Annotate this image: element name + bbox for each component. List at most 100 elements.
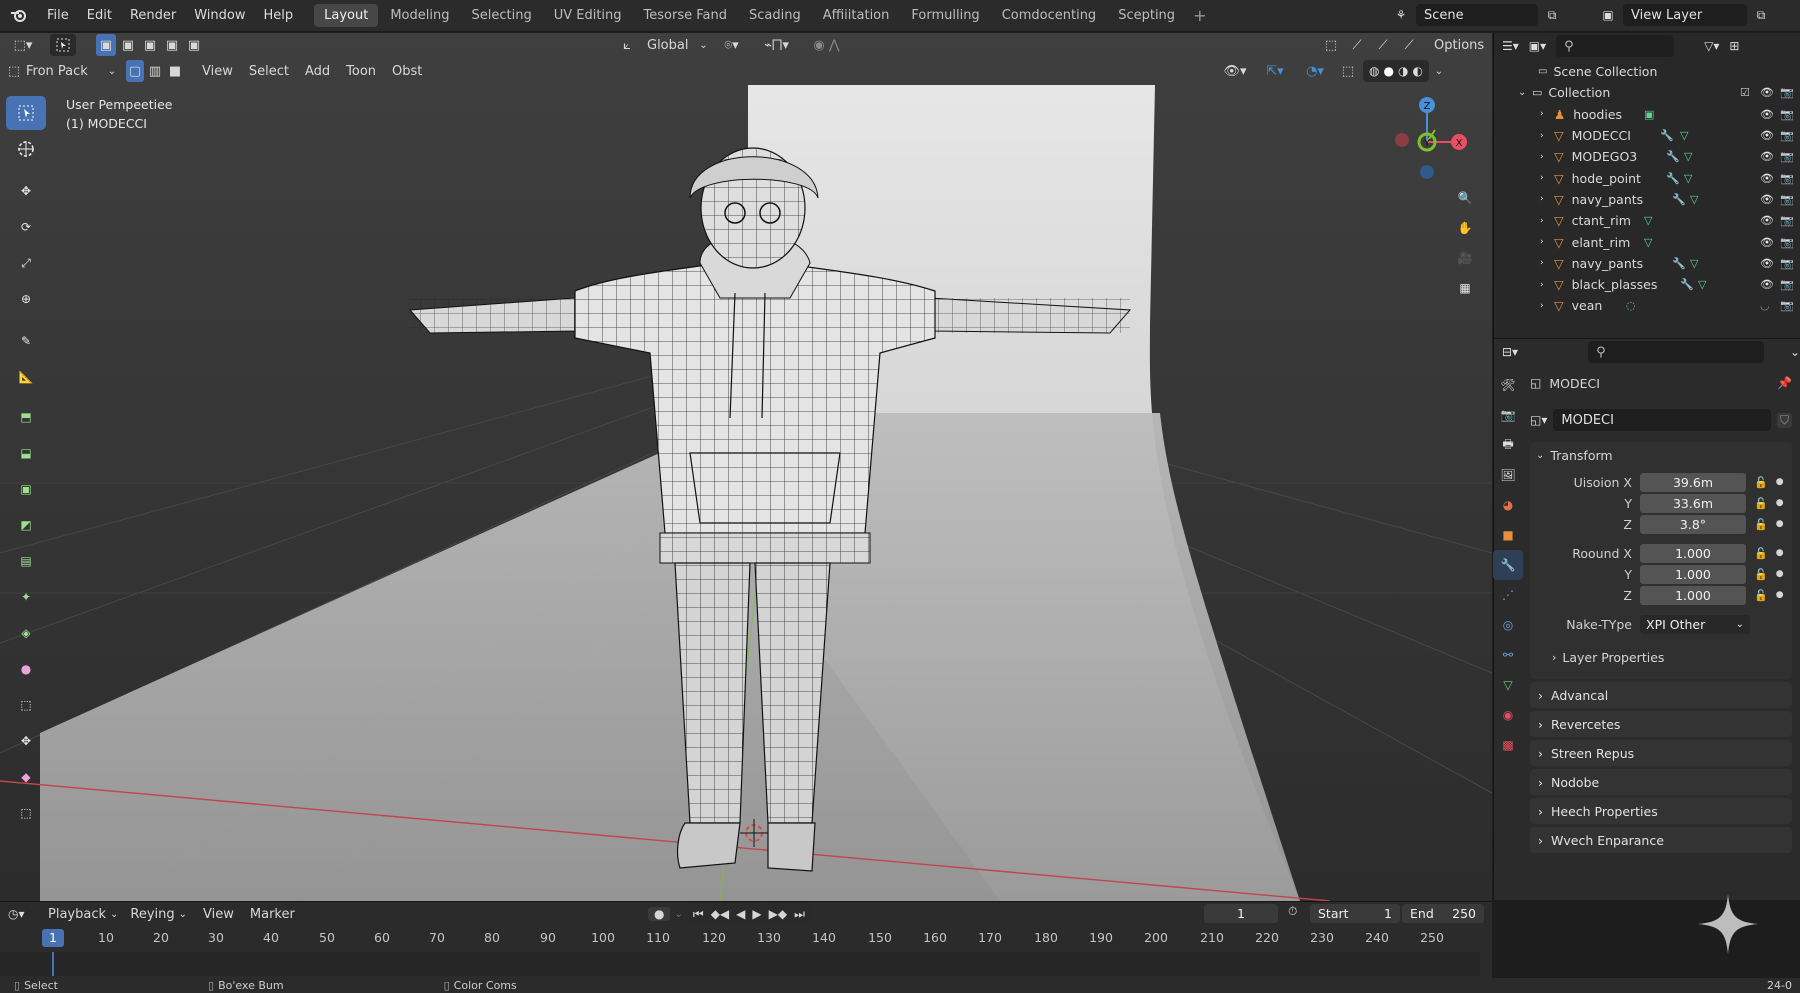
- scene-tab-icon[interactable]: ◕: [1493, 490, 1523, 520]
- select-intersect-icon[interactable]: ▣: [184, 34, 204, 56]
- constraints-tab-icon[interactable]: ⚯: [1493, 640, 1523, 670]
- scene-copy-icon[interactable]: ⧉: [1538, 8, 1566, 23]
- overlay-toggle-icon[interactable]: ◔▾: [1297, 60, 1333, 82]
- panel-heech-properties[interactable]: › Heech Properties: [1530, 798, 1792, 824]
- 3d-viewport[interactable]: [0, 33, 1492, 901]
- transform-tool-icon[interactable]: ⊕: [6, 282, 46, 316]
- lock-icon[interactable]: 🔓: [1754, 476, 1768, 489]
- make-type-dropdown[interactable]: XPI Other ⌄: [1640, 614, 1750, 634]
- expand-chevron-icon[interactable]: ›: [1540, 109, 1554, 119]
- spin-tool-icon[interactable]: ●: [6, 652, 46, 686]
- render-camera-icon[interactable]: 📷: [1780, 257, 1794, 270]
- wireframe-shading-icon[interactable]: ◍: [1369, 64, 1379, 78]
- render-tab-icon[interactable]: 📷: [1493, 400, 1523, 430]
- edge-slide-tool-icon[interactable]: ✥: [6, 724, 46, 758]
- expand-chevron-icon[interactable]: ›: [1540, 301, 1554, 311]
- scene-name-field[interactable]: Scene: [1416, 4, 1538, 26]
- outliner-item[interactable]: › ▽ MODEGO3 🔧 ▽ 👁 📷: [1494, 146, 1800, 167]
- workspace-tab-selecting[interactable]: Selecting: [461, 4, 541, 27]
- outliner-search-input[interactable]: ⚲: [1556, 35, 1675, 57]
- render-camera-icon[interactable]: 📷: [1780, 150, 1794, 163]
- object-tab-icon[interactable]: ■: [1493, 520, 1523, 550]
- data-tab-icon[interactable]: ▽: [1493, 670, 1523, 700]
- options-dropdown[interactable]: Options: [1424, 34, 1488, 56]
- chevron-down-icon[interactable]: ⌄: [1790, 345, 1800, 359]
- menu-file[interactable]: File: [38, 8, 78, 23]
- knife-tool-icon[interactable]: ✦: [6, 580, 46, 614]
- xray-toggle-icon[interactable]: ⬚: [1320, 34, 1342, 56]
- outliner-item[interactable]: › ▽ black_plasses 🔧 ▽ 👁 📷: [1494, 274, 1800, 295]
- workspace-tab-tesorse-fand[interactable]: Tesorse Fand: [634, 4, 737, 27]
- transform-panel-header[interactable]: ⌄ Transform: [1530, 442, 1792, 468]
- render-camera-icon[interactable]: 📷: [1780, 172, 1794, 185]
- physics-tab-icon[interactable]: ◎: [1493, 610, 1523, 640]
- workspace-tab-comdocenting[interactable]: Comdocenting: [992, 4, 1107, 27]
- workspace-tab-scading[interactable]: Scading: [739, 4, 811, 27]
- mirror-z-icon[interactable]: ⟋: [1398, 34, 1420, 56]
- scene-icon[interactable]: ⚘: [1386, 8, 1416, 22]
- expand-chevron-icon[interactable]: ›: [1540, 216, 1554, 226]
- annotate-tool-icon[interactable]: ✎: [6, 324, 46, 358]
- start-frame-field[interactable]: Start 1: [1310, 904, 1400, 923]
- panel-streen-repus[interactable]: › Streen Repus: [1530, 740, 1792, 766]
- zoom-icon[interactable]: 🔍: [1450, 183, 1480, 213]
- add-cube-tool-icon[interactable]: ⬒: [6, 400, 46, 434]
- keyframe-dot-icon[interactable]: ●: [1776, 477, 1784, 487]
- rotate-tool-icon[interactable]: ⟳: [6, 210, 46, 244]
- gizmo-toggle-icon[interactable]: ⇱▾: [1257, 60, 1293, 82]
- proportional-editing-icon[interactable]: ◉ ⋀: [804, 34, 848, 56]
- select-tool-icon[interactable]: [6, 96, 46, 130]
- face-select-icon[interactable]: ■: [166, 60, 184, 82]
- rendered-shading-icon[interactable]: ◐: [1412, 64, 1422, 78]
- location-x-field[interactable]: 39.6m: [1640, 472, 1746, 492]
- scale-y-field[interactable]: 1.000: [1640, 564, 1746, 584]
- shear-tool-icon[interactable]: ⬚: [6, 796, 46, 830]
- play-reverse-icon[interactable]: ◀: [736, 907, 745, 921]
- visibility-eye-hidden-icon[interactable]: ◡: [1760, 299, 1770, 312]
- chevron-down-icon[interactable]: ⌄: [1433, 60, 1445, 82]
- render-camera-icon[interactable]: 📷: [1780, 278, 1794, 291]
- timeline-ruler[interactable]: 1 10 20 30 40 50 60 70 80 90 100 110 120…: [0, 928, 1480, 950]
- location-y-field[interactable]: 33.6m: [1640, 493, 1746, 513]
- cursor-tool-icon[interactable]: [6, 132, 46, 166]
- outliner-item[interactable]: › ♟ hoodies ▣ 👁 📷: [1494, 104, 1800, 125]
- menu-render[interactable]: Render: [121, 8, 185, 23]
- outliner-item[interactable]: › ▽ ctant_rim ▽ 👁 📷: [1494, 210, 1800, 231]
- loop-cut-tool-icon[interactable]: ▤: [6, 544, 46, 578]
- scale-z-field[interactable]: 1.000: [1640, 585, 1746, 605]
- render-camera-icon[interactable]: 📷: [1780, 236, 1794, 249]
- camera-view-icon[interactable]: 🎥: [1450, 243, 1480, 273]
- outliner-item[interactable]: › ▽ MODECCI 🔧 ▽ 👁 📷: [1494, 125, 1800, 146]
- select-invert-icon[interactable]: ▣: [162, 34, 182, 56]
- keyframe-dot-icon[interactable]: ●: [1776, 590, 1784, 600]
- material-shading-icon[interactable]: ◑: [1398, 64, 1408, 78]
- lock-icon[interactable]: 🔓: [1754, 589, 1768, 602]
- collection-row[interactable]: ⌄ ▭ Collection ☑ 👁 📷: [1494, 82, 1800, 103]
- select-new-icon[interactable]: ▣: [96, 34, 116, 56]
- vertex-select-icon[interactable]: ▢: [126, 60, 144, 82]
- menu-select[interactable]: Select: [241, 60, 297, 82]
- current-frame-field[interactable]: 1: [1204, 904, 1278, 923]
- keyframe-dot-icon[interactable]: ●: [1776, 519, 1784, 529]
- visibility-eye-icon[interactable]: 👁: [1760, 150, 1774, 163]
- navigation-gizmo[interactable]: Z X Y: [1385, 95, 1495, 185]
- render-camera-icon[interactable]: 📷: [1780, 299, 1794, 312]
- panel-nodobe[interactable]: › Nodobe: [1530, 769, 1792, 795]
- menu-view[interactable]: View: [194, 60, 241, 82]
- record-icon[interactable]: ●: [648, 907, 671, 921]
- edge-select-icon[interactable]: ▥: [146, 60, 164, 82]
- pivot-point-icon[interactable]: ⌾▾: [714, 34, 748, 56]
- measure-tool-icon[interactable]: 📐: [6, 360, 46, 394]
- stopwatch-icon[interactable]: ⏱: [1288, 904, 1297, 919]
- outliner-item[interactable]: › ▽ navy_pants 🔧 ▽ 👁 📷: [1494, 189, 1800, 210]
- visibility-icon[interactable]: 👁▾: [1217, 60, 1253, 82]
- workspace-tab-affiiitation[interactable]: Affiiitation: [813, 4, 900, 27]
- expand-chevron-icon[interactable]: ›: [1540, 131, 1554, 141]
- keyframe-dot-icon[interactable]: ●: [1776, 548, 1784, 558]
- panel-advancal[interactable]: › Advancal: [1530, 682, 1792, 708]
- expand-chevron-icon[interactable]: ⌄: [1518, 87, 1532, 98]
- view-layer-copy-icon[interactable]: ⧉: [1747, 8, 1775, 23]
- tool-tab-icon[interactable]: 🛠: [1493, 370, 1523, 400]
- outliner-item[interactable]: › ▽ navy_pants 🔧 ▽ 👁 📷: [1494, 253, 1800, 274]
- properties-search-input[interactable]: ⚲: [1588, 341, 1764, 363]
